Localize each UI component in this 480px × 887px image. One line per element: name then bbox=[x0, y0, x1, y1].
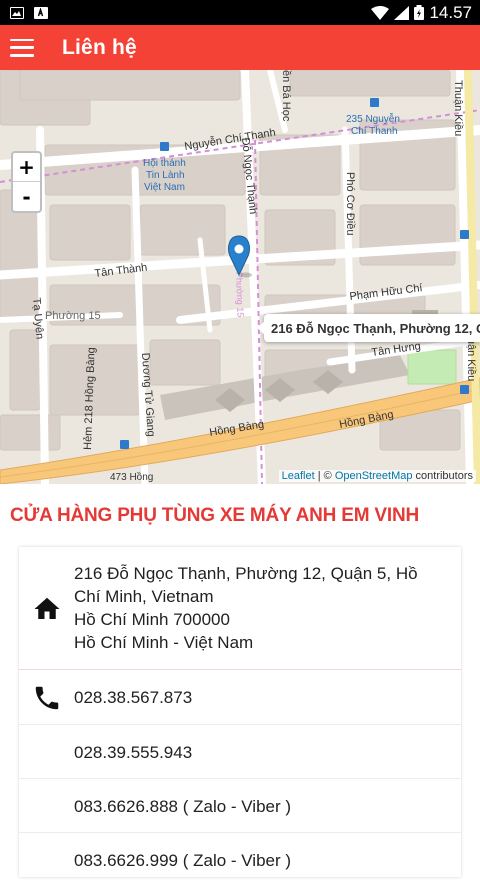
page-title: Liên hệ bbox=[62, 35, 137, 59]
phone-icon bbox=[35, 686, 59, 710]
phone-number-3[interactable]: 083.6626.888 ( Zalo - Viber ) bbox=[74, 795, 291, 818]
area-label-phuong-15: Phường 15 bbox=[45, 310, 101, 322]
street-label-pho-co-dieu: Phó Cơ Điều bbox=[344, 172, 356, 235]
poi-church: Hội thánh Tin Lành Việt Nam bbox=[143, 158, 186, 193]
poi-235-line: 235 Nguyễn bbox=[346, 112, 400, 125]
poi-235-nguyen-chi-thanh: 235 Nguyễn Chí Thanh bbox=[346, 112, 400, 137]
status-time: 14.57 bbox=[429, 2, 472, 22]
wifi-icon bbox=[371, 5, 390, 20]
map-tiles: Nguyễn Chí Thanh Đỗ Ngọc Thạnh Tân Thành… bbox=[0, 70, 480, 484]
leaflet-link[interactable]: Leaflet bbox=[282, 470, 315, 482]
street-label-thuan-kieu-top: Thuận Kiều bbox=[452, 80, 464, 136]
menu-button[interactable] bbox=[0, 25, 44, 70]
gallery-notification-icon bbox=[10, 6, 24, 19]
phone-row-4[interactable]: 083.6626.999 ( Zalo - Viber ) bbox=[19, 833, 461, 887]
contact-card: 216 Đỗ Ngọc Thạnh, Phường 12, Quận 5, Hồ… bbox=[19, 547, 461, 877]
zoom-out-button[interactable]: - bbox=[13, 182, 40, 211]
map-view[interactable]: Nguyễn Chí Thanh Đỗ Ngọc Thạnh Tân Thành… bbox=[0, 70, 480, 484]
address-line-1: 216 Đỗ Ngọc Thạnh, Phường 12, Quận 5, Hồ bbox=[74, 564, 418, 583]
phone-row-2[interactable]: 028.39.555.943 bbox=[19, 725, 461, 779]
map-attribution: Leaflet | © OpenStreetMap contributors bbox=[278, 470, 476, 482]
attribution-contributors: contributors bbox=[412, 470, 473, 482]
address-line-4: Hồ Chí Minh - Việt Nam bbox=[74, 633, 254, 652]
home-icon bbox=[34, 597, 60, 619]
zoom-in-button[interactable]: + bbox=[13, 153, 40, 182]
popup-tip bbox=[257, 321, 265, 335]
street-label-phuong-15-small: Phường 15 bbox=[234, 272, 246, 318]
hamburger-icon bbox=[10, 38, 34, 57]
phone-number-1[interactable]: 028.38.567.873 bbox=[74, 686, 192, 709]
signal-icon bbox=[394, 5, 410, 20]
store-name: CỬA HÀNG PHỤ TÙNG XE MÁY ANH EM VINH bbox=[10, 505, 419, 526]
address-row[interactable]: 216 Đỗ Ngọc Thạnh, Phường 12, Quận 5, Hồ… bbox=[19, 547, 461, 670]
marker-popup[interactable]: 216 Đỗ Ngọc Thạnh, Phường 12, Q bbox=[264, 314, 480, 342]
attribution-separator: | © bbox=[314, 470, 335, 482]
address-line-2: Chí Minh, Vietnam bbox=[74, 587, 214, 606]
battery-icon bbox=[414, 5, 425, 20]
phone-number-4[interactable]: 083.6626.999 ( Zalo - Viber ) bbox=[74, 849, 291, 872]
address-line-3: Hồ Chí Minh 700000 bbox=[74, 610, 230, 629]
osm-link[interactable]: OpenStreetMap bbox=[335, 470, 413, 482]
phone-row-1[interactable]: 028.38.567.873 bbox=[19, 670, 461, 725]
zoom-control: + - bbox=[11, 151, 42, 213]
phone-number-2[interactable]: 028.39.555.943 bbox=[74, 741, 192, 764]
phone-row-3[interactable]: 083.6626.888 ( Zalo - Viber ) bbox=[19, 779, 461, 833]
status-bar: 14.57 bbox=[0, 0, 480, 25]
app-notification-icon bbox=[34, 6, 48, 19]
app-bar: Liên hệ bbox=[0, 25, 480, 70]
street-label-ba-hoc: ền Bá Học bbox=[280, 70, 292, 122]
street-label-473: 473 Hồng bbox=[110, 471, 153, 483]
